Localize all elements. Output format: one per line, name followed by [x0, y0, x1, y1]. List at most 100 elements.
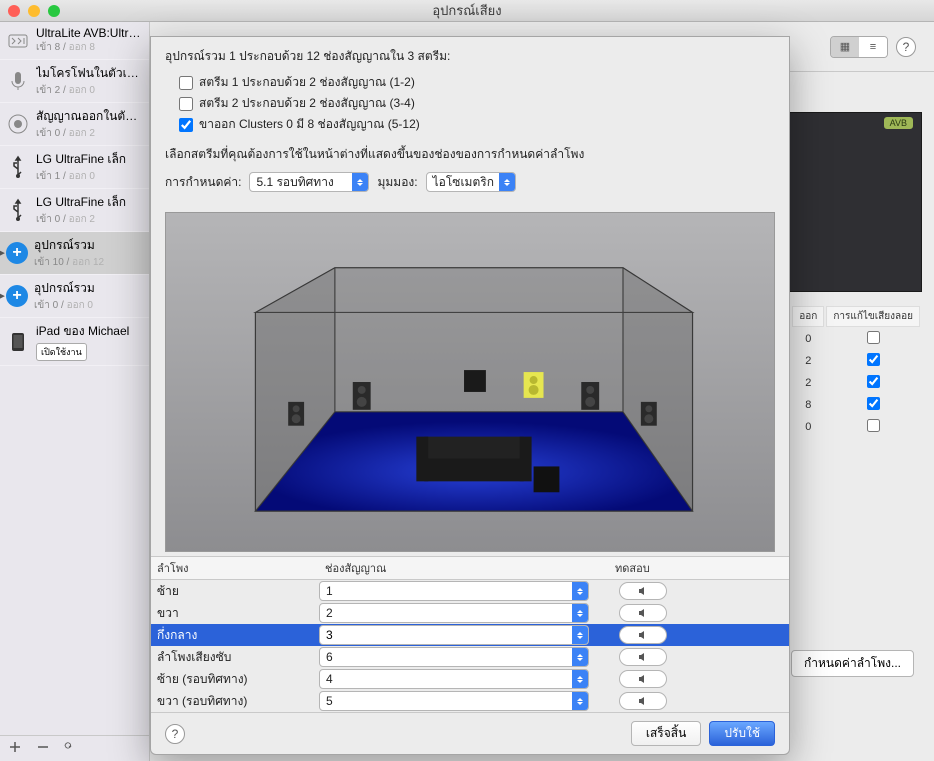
col-out: ออก: [792, 306, 824, 327]
config-select[interactable]: 5.1 รอบทิศทาง: [249, 172, 369, 192]
stream-label: สตรีม 2 ประกอบด้วย 2 ช่องสัญญาณ (3-4): [199, 94, 415, 113]
stream-row[interactable]: สตรีม 1 ประกอบด้วย 2 ช่องสัญญาณ (1-2): [165, 72, 775, 93]
io-count: เข้า 0 / ออก 2: [36, 126, 143, 141]
help-button[interactable]: ?: [896, 37, 916, 57]
stream-row[interactable]: สตรีม 2 ประกอบด้วย 2 ช่องสัญญาณ (3-4): [165, 93, 775, 114]
io-count: เข้า 2 / ออก 0: [36, 83, 143, 98]
speaker-icon: [6, 112, 30, 136]
stream-checkbox[interactable]: [179, 76, 193, 90]
drift-checkbox[interactable]: [867, 331, 880, 344]
view-value: ไอโซเมตริก: [433, 173, 494, 192]
action-menu-button[interactable]: [64, 740, 78, 757]
enable-button[interactable]: เปิดใช้งาน: [36, 343, 87, 361]
mic-icon: [6, 69, 30, 93]
device-name: UltraLite AVB:UltraLite: [36, 26, 143, 40]
disclosure-arrow-icon[interactable]: ▶: [0, 248, 5, 259]
stepper-icon: [499, 173, 515, 191]
channel-value: 4: [326, 672, 333, 686]
channel-value: 1: [326, 584, 333, 598]
sidebar-item[interactable]: ▶+ อุปกรณ์รวมเข้า 10 / ออก 12: [0, 232, 149, 275]
stepper-icon: [572, 582, 588, 600]
speaker-row[interactable]: ขวา2: [151, 602, 789, 624]
io-count: เข้า 10 / ออก 12: [34, 255, 104, 270]
device-name: ไมโครโฟนในตัวเครื่อง: [36, 64, 143, 83]
io-count: เข้า 1 / ออก 0: [36, 169, 126, 184]
channel-select[interactable]: 4: [319, 669, 589, 689]
speaker-table-header: ลำโพง ช่องสัญญาณ ทดสอบ: [151, 556, 789, 580]
stream-label: ขาออก Clusters 0 มี 8 ช่องสัญญาณ (5-12): [199, 115, 420, 134]
test-button[interactable]: [619, 692, 667, 710]
device-icon: [6, 29, 30, 53]
configure-speakers-button[interactable]: กำหนดค่าลำโพง...: [791, 650, 914, 677]
sidebar-item[interactable]: iPad ของ Michaelเปิดใช้งาน: [0, 318, 149, 366]
speaker-name: กึ่งกลาง: [151, 626, 319, 645]
aggregate-icon: +: [6, 285, 28, 307]
sheet-help-button[interactable]: ?: [165, 724, 185, 744]
speaker-3d-viewport[interactable]: [165, 212, 775, 552]
done-button[interactable]: เสร็จสิ้น: [631, 721, 701, 746]
speaker-name: ซ้าย: [151, 582, 319, 601]
drift-checkbox[interactable]: [867, 375, 880, 388]
test-button[interactable]: [619, 626, 667, 644]
grid-view-icon[interactable]: ▦: [831, 37, 859, 57]
channel-value: 2: [326, 606, 333, 620]
drift-checkbox[interactable]: [867, 419, 880, 432]
speaker-name: ลำโพงเสียงซับ: [151, 648, 319, 667]
speaker-row[interactable]: ขวา (รอบทิศทาง) 5: [151, 690, 789, 712]
test-button[interactable]: [619, 648, 667, 666]
channel-select[interactable]: 1: [319, 581, 589, 601]
device-name: สัญญาณออกในตัวเครื่อง: [36, 107, 143, 126]
stream-checkbox[interactable]: [179, 118, 193, 132]
sidebar-item[interactable]: LG UltraFine เล็กเข้า 1 / ออก 0: [0, 146, 149, 189]
stream-checkbox[interactable]: [179, 97, 193, 111]
view-label: มุมมอง:: [377, 173, 417, 192]
test-button[interactable]: [619, 670, 667, 688]
stream-row[interactable]: ขาออก Clusters 0 มี 8 ช่องสัญญาณ (5-12): [165, 114, 775, 135]
sidebar-item[interactable]: ไมโครโฟนในตัวเครื่องเข้า 2 / ออก 0: [0, 60, 149, 103]
speaker-row[interactable]: ซ้าย 1: [151, 580, 789, 602]
drift-checkbox[interactable]: [867, 353, 880, 366]
sidebar-item[interactable]: UltraLite AVB:UltraLiteเข้า 8 / ออก 8: [0, 22, 149, 60]
view-toggle[interactable]: ▦ ≡: [830, 36, 888, 58]
test-button[interactable]: [619, 604, 667, 622]
test-button[interactable]: [619, 582, 667, 600]
usb-icon: [6, 198, 30, 222]
remove-device-button[interactable]: [36, 740, 50, 757]
channel-value: 5: [326, 694, 333, 708]
sheet-header: อุปกรณ์รวม 1 ประกอบด้วย 12 ช่องสัญญาณใน …: [165, 47, 775, 66]
sheet-footer: ? เสร็จสิ้น ปรับใช้: [151, 712, 789, 754]
sidebar-item[interactable]: LG UltraFine เล็กเข้า 0 / ออก 2: [0, 189, 149, 232]
channel-select[interactable]: 3: [319, 625, 589, 645]
speaker-name: ซ้าย (รอบทิศทาง): [151, 670, 319, 689]
drift-checkbox[interactable]: [867, 397, 880, 410]
view-select[interactable]: ไอโซเมตริก: [426, 172, 516, 192]
sidebar-item[interactable]: ▶+อุปกรณ์รวมเข้า 0 / ออก 0: [0, 275, 149, 318]
apply-button[interactable]: ปรับใช้: [709, 721, 775, 746]
sidebar-item[interactable]: สัญญาณออกในตัวเครื่องเข้า 0 / ออก 2: [0, 103, 149, 146]
list-view-icon[interactable]: ≡: [859, 37, 887, 57]
io-count: เข้า 0 / ออก 2: [36, 212, 126, 227]
speaker-row[interactable]: ซ้าย (รอบทิศทาง) 4: [151, 668, 789, 690]
out-cell: 0: [792, 417, 824, 437]
avb-badge: AVB: [884, 117, 913, 129]
sidebar-footer: [0, 735, 149, 761]
stepper-icon: [572, 692, 588, 710]
config-value: 5.1 รอบทิศทาง: [256, 173, 333, 192]
stepper-icon: [352, 173, 368, 191]
stepper-icon: [572, 604, 588, 622]
device-name: อุปกรณ์รวม: [34, 236, 104, 255]
channel-value: 6: [326, 650, 333, 664]
add-device-button[interactable]: [8, 740, 22, 757]
speaker-row[interactable]: กึ่งกลาง3: [151, 624, 789, 646]
stepper-icon: [572, 648, 588, 666]
aggregate-icon: +: [6, 242, 28, 264]
channel-select[interactable]: 5: [319, 691, 589, 711]
out-cell: 2: [792, 373, 824, 393]
speaker-name: ขวา (รอบทิศทาง): [151, 692, 319, 711]
disclosure-arrow-icon[interactable]: ▶: [0, 291, 5, 302]
window-title: อุปกรณ์เสียง: [0, 0, 934, 21]
channel-select[interactable]: 6: [319, 647, 589, 667]
col-channel: ช่องสัญญาณ: [319, 557, 609, 579]
speaker-row[interactable]: ลำโพงเสียงซับ 6: [151, 646, 789, 668]
channel-select[interactable]: 2: [319, 603, 589, 623]
